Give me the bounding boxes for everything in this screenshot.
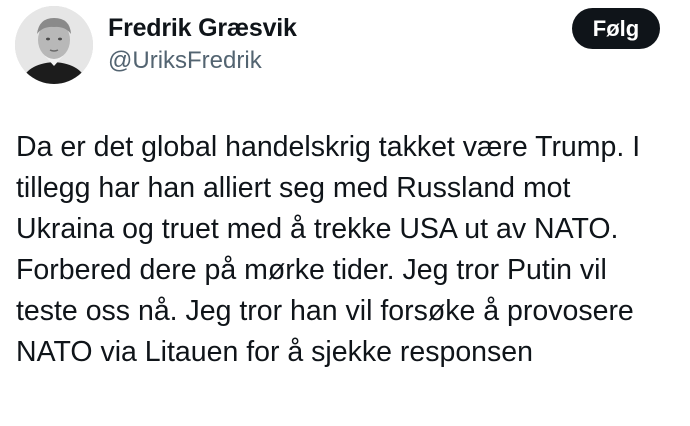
- author-display-name[interactable]: Fredrik Græsvik: [108, 13, 297, 43]
- tweet-text-line: Forbered dere på mørke tider. Jeg tror P…: [16, 254, 607, 286]
- person-portrait-avatar-icon: [15, 6, 93, 84]
- avatar[interactable]: [15, 6, 93, 84]
- tweet-text-line: tillegg har han alliert seg med Russland…: [16, 172, 571, 204]
- tweet-text-line: Da er det global handelskrig takket være…: [16, 131, 641, 163]
- tweet-text-line: teste oss nå. Jeg tror han vil forsøke å…: [16, 295, 634, 327]
- author-handle[interactable]: @UriksFredrik: [108, 47, 262, 75]
- tweet-text-line: NATO via Litauen for å sjekke responsen: [16, 336, 533, 368]
- follow-button[interactable]: Følg: [572, 8, 660, 49]
- tweet-text: Da er det global handelskrig takket være…: [16, 127, 681, 373]
- tweet-text-line: Ukraina og truet med å trekke USA ut av …: [16, 213, 619, 245]
